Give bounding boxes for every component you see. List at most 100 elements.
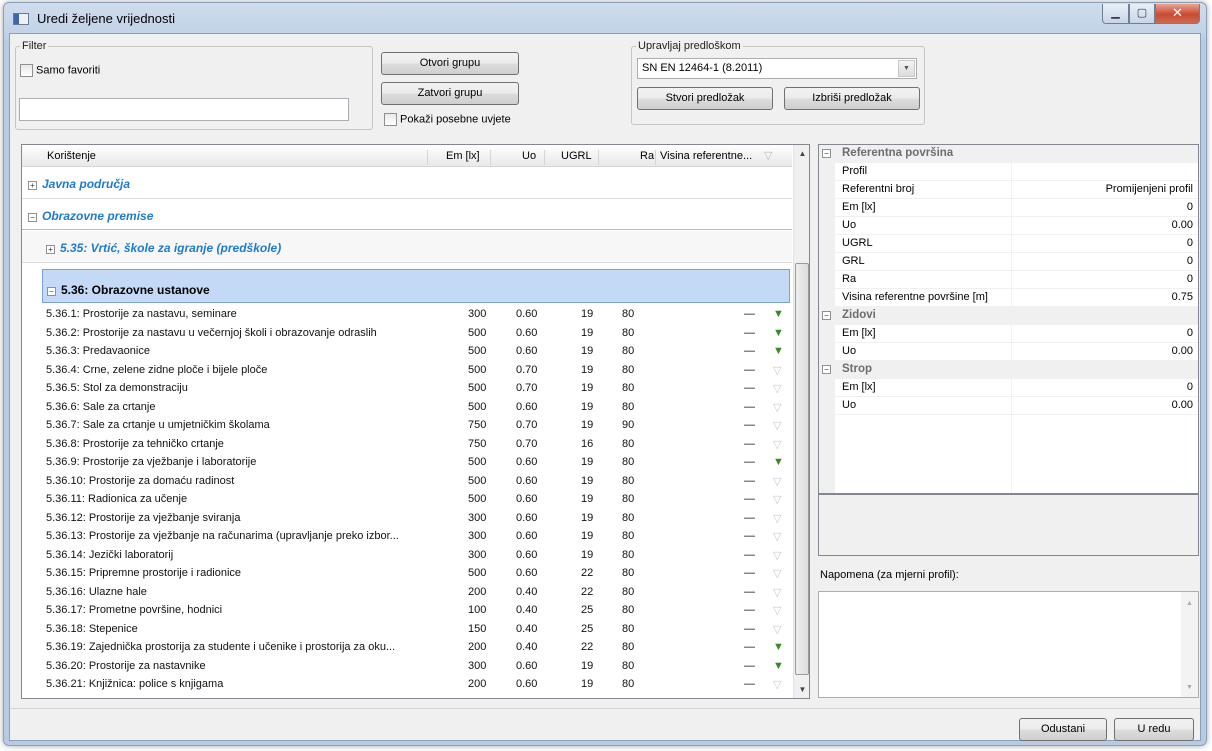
favorite-flag-icon[interactable]: ▼ <box>773 327 784 339</box>
open-group-button[interactable]: Otvori grupu <box>381 52 519 75</box>
group-education[interactable]: − Obrazovne premise <box>22 200 792 230</box>
table-row[interactable]: 5.36.7: Sale za crtanje u umjetničkim šk… <box>22 416 792 434</box>
property-value[interactable]: 0 <box>1187 327 1193 339</box>
subgroup-education-selected[interactable]: −5.36: Obrazovne ustanove <box>42 269 790 303</box>
col-usage[interactable]: Korištenje <box>47 150 96 162</box>
favorite-flag-icon[interactable]: ▼ <box>773 660 784 672</box>
special-conditions-row[interactable]: Pokaži posebne uvjete <box>384 113 511 126</box>
collapse-icon[interactable]: − <box>28 213 37 222</box>
table-row[interactable]: 5.36.12: Prostorije za vježbanje sviranj… <box>22 509 792 527</box>
col-uo[interactable]: Uo <box>522 150 536 162</box>
collapse-icon[interactable]: − <box>822 365 831 374</box>
favorite-flag-empty-icon[interactable]: ▽ <box>773 530 781 543</box>
category-ceiling[interactable]: − Strop <box>819 361 1198 379</box>
favorite-flag-empty-icon[interactable]: ▽ <box>773 604 781 617</box>
property-value[interactable]: 0 <box>1187 255 1193 267</box>
table-row[interactable]: 5.36.8: Prostorije za tehničko crtanje 75… <box>22 435 792 453</box>
property-row[interactable]: Visina referentne površine [m] 0.75 <box>819 289 1198 307</box>
favorite-flag-empty-icon[interactable]: ▽ <box>773 419 781 432</box>
cancel-button[interactable]: Odustani <box>1019 718 1107 741</box>
favorite-flag-empty-icon[interactable]: ▽ <box>773 382 781 395</box>
note-textarea[interactable]: ▲ ▼ <box>818 591 1199 698</box>
template-select[interactable]: SN EN 12464-1 (8.2011) ▼ <box>637 58 917 79</box>
chevron-down-icon[interactable]: ▼ <box>898 60 915 77</box>
values-table[interactable]: Korištenje Em [lx] Uo UGRL Ra Visina ref… <box>21 144 810 699</box>
scroll-thumb[interactable] <box>795 263 809 675</box>
property-row[interactable]: Uo 0.00 <box>819 397 1198 415</box>
collapse-icon[interactable]: − <box>822 149 831 158</box>
favorite-flag-empty-icon[interactable]: ▽ <box>773 586 781 599</box>
property-value[interactable]: 0 <box>1187 381 1193 393</box>
collapse-icon[interactable]: − <box>822 311 831 320</box>
table-row[interactable]: 5.36.5: Stol za demonstraciju 500 0.70 19 80… <box>22 379 792 397</box>
property-grid[interactable]: − Referentna površina Profil Referentni b… <box>818 144 1199 494</box>
property-row[interactable]: GRL 0 <box>819 253 1198 271</box>
table-row[interactable]: 5.36.21: Knjižnica: police s knjigama 200… <box>22 675 792 693</box>
table-row[interactable]: 5.36.1: Prostorije za nastavu, seminare 3… <box>22 305 792 323</box>
table-row[interactable]: 5.36.13: Prostorije za vježbanje na raču… <box>22 527 792 545</box>
property-row[interactable]: Ra 0 <box>819 271 1198 289</box>
category-reference-surface[interactable]: − Referentna površina <box>819 145 1198 163</box>
favorite-flag-icon[interactable]: ▼ <box>773 641 784 653</box>
subgroup-preschool[interactable]: +5.35: Vrtić, škole za igranje (predškol… <box>22 231 792 263</box>
property-value[interactable]: 0.00 <box>1172 345 1193 357</box>
table-row[interactable]: 5.36.14: Jezički laboratorij 300 0.60 19 80 —… <box>22 546 792 564</box>
favorite-flag-empty-icon[interactable]: ▽ <box>773 401 781 414</box>
property-row[interactable]: Uo 0.00 <box>819 343 1198 361</box>
favorite-flag-empty-icon[interactable]: ▽ <box>773 364 781 377</box>
filter-search-input[interactable] <box>19 98 349 121</box>
property-row[interactable]: Referentni broj Promijenjeni profil <box>819 181 1198 199</box>
scroll-up-icon[interactable]: ▲ <box>1181 600 1198 607</box>
property-row[interactable]: Uo 0.00 <box>819 217 1198 235</box>
funnel-icon[interactable]: ▽ <box>764 149 772 162</box>
close-button[interactable]: ✕ <box>1155 4 1200 24</box>
table-row[interactable]: 5.36.10: Prostorije za domaću radinost 50… <box>22 472 792 490</box>
table-row[interactable]: 5.36.16: Ulazne hale 200 0.40 22 80 — ▽ <box>22 583 792 601</box>
minimize-button[interactable]: ▁ <box>1102 4 1129 24</box>
property-row[interactable]: Em [lx] 0 <box>819 325 1198 343</box>
group-public[interactable]: + Javna područja <box>22 169 792 199</box>
col-height[interactable]: Visina referentne... <box>660 150 752 162</box>
collapse-icon[interactable]: − <box>47 287 56 296</box>
category-walls[interactable]: − Zidovi <box>819 307 1198 325</box>
title-bar[interactable]: Uredi željene vrijednosti ▁ ▢ ✕ <box>4 3 1206 33</box>
col-em[interactable]: Em [lx] <box>446 150 480 162</box>
favorite-flag-empty-icon[interactable]: ▽ <box>773 549 781 562</box>
property-row[interactable]: UGRL 0 <box>819 235 1198 253</box>
property-row[interactable]: Profil <box>819 163 1198 181</box>
favorite-flag-empty-icon[interactable]: ▽ <box>773 438 781 451</box>
table-row[interactable]: 5.36.4: Crne, zelene zidne ploče i bijel… <box>22 361 792 379</box>
table-row[interactable]: 5.36.9: Prostorije za vježbanje i labora… <box>22 453 792 471</box>
property-value[interactable]: Promijenjeni profil <box>1106 183 1193 195</box>
scroll-up-icon[interactable]: ▲ <box>794 145 809 162</box>
create-template-button[interactable]: Stvori predložak <box>637 87 773 110</box>
expand-icon[interactable]: + <box>28 181 37 190</box>
table-row[interactable]: 5.36.2: Prostorije za nastavu u večernjo… <box>22 324 792 342</box>
col-ugrl[interactable]: UGRL <box>561 150 592 162</box>
close-group-button[interactable]: Zatvori grupu <box>381 82 519 105</box>
property-row[interactable]: Em [lx] 0 <box>819 379 1198 397</box>
ok-button[interactable]: U redu <box>1114 718 1194 741</box>
table-scrollbar[interactable]: ▲ ▼ <box>793 145 809 698</box>
table-row[interactable]: 5.36.6: Sale za crtanje 500 0.60 19 80 — ▽ <box>22 398 792 416</box>
delete-template-button[interactable]: Izbriši predložak <box>784 87 920 110</box>
favorite-flag-empty-icon[interactable]: ▽ <box>773 678 781 691</box>
scroll-down-icon[interactable]: ▼ <box>1181 684 1198 691</box>
table-row[interactable]: 5.36.15: Pripremne prostorije i radionic… <box>22 564 792 582</box>
favorites-checkbox[interactable] <box>20 64 33 77</box>
property-value[interactable]: 0.00 <box>1172 399 1193 411</box>
property-value[interactable]: 0.75 <box>1172 291 1193 303</box>
special-conditions-checkbox[interactable] <box>384 113 397 126</box>
col-ra[interactable]: Ra <box>640 150 654 162</box>
table-row[interactable]: 5.36.3: Predavaonice 500 0.60 19 80 — ▼ <box>22 342 792 360</box>
table-row[interactable]: 5.36.19: Zajednička prostorija za studen… <box>22 638 792 656</box>
property-row[interactable]: Em [lx] 0 <box>819 199 1198 217</box>
favorite-flag-empty-icon[interactable]: ▽ <box>773 623 781 636</box>
table-row[interactable]: 5.36.18: Stepenice 150 0.40 25 80 — ▽ <box>22 620 792 638</box>
maximize-button[interactable]: ▢ <box>1129 4 1155 24</box>
property-value[interactable]: 0.00 <box>1172 219 1193 231</box>
favorite-flag-empty-icon[interactable]: ▽ <box>773 567 781 580</box>
table-row[interactable]: 5.36.11: Radionica za učenje 500 0.60 19 80 —… <box>22 490 792 508</box>
favorite-flag-empty-icon[interactable]: ▽ <box>773 475 781 488</box>
property-value[interactable]: 0 <box>1187 201 1193 213</box>
